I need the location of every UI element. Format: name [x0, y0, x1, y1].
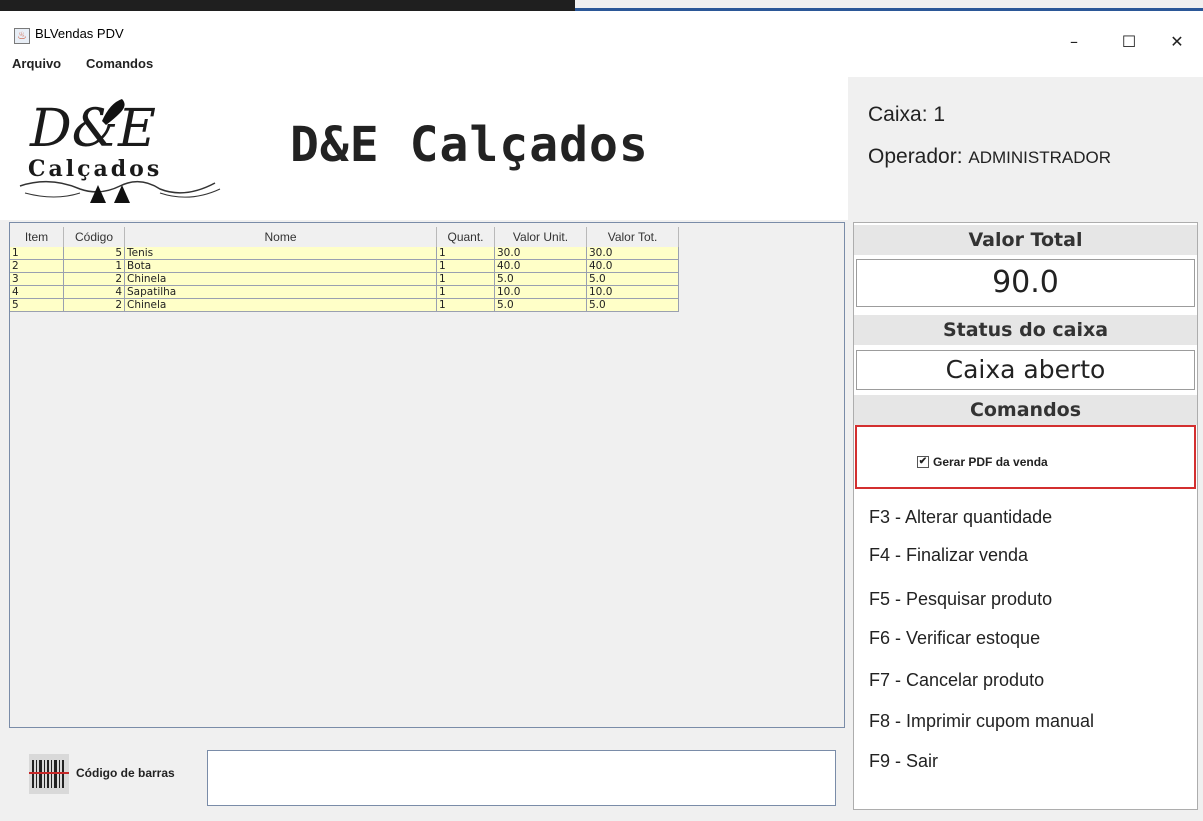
- svg-text:Calçados: Calçados: [28, 156, 162, 182]
- operador-prefix: Operador:: [868, 145, 969, 168]
- cell-quant[interactable]: 1: [437, 273, 495, 286]
- taskbar-fragment: [0, 0, 575, 11]
- command-imprimir-cupom: F8 - Imprimir cupom manual: [869, 711, 1095, 731]
- cell-nome[interactable]: Chinela: [125, 273, 437, 286]
- cell-codigo[interactable]: 4: [64, 286, 125, 299]
- java-app-icon: ♨: [14, 28, 30, 44]
- menu-bar: Arquivo Comandos: [0, 51, 1203, 77]
- menu-comandos[interactable]: Comandos: [86, 56, 153, 71]
- cell-valor-tot[interactable]: 5.0: [587, 299, 679, 312]
- cell-codigo[interactable]: 1: [64, 260, 125, 273]
- cell-codigo[interactable]: 2: [64, 299, 125, 312]
- store-header: D&E Calçados D&E Calçados: [0, 77, 848, 220]
- items-table-panel[interactable]: Item Código Nome Quant. Valor Unit. Valo…: [9, 222, 845, 728]
- barcode-input[interactable]: [207, 750, 836, 806]
- cell-quant[interactable]: 1: [437, 260, 495, 273]
- col-header-valor-unit[interactable]: Valor Unit.: [495, 227, 587, 247]
- cell-quant[interactable]: 1: [437, 247, 495, 260]
- cell-valor-unit[interactable]: 10.0: [495, 286, 587, 299]
- comandos-title: Comandos: [854, 395, 1197, 425]
- cell-valor-unit[interactable]: 5.0: [495, 299, 587, 312]
- col-header-codigo[interactable]: Código: [64, 227, 125, 247]
- right-panel: Valor Total 90.0 Status do caixa Caixa a…: [853, 222, 1198, 810]
- command-pesquisar-produto: F5 - Pesquisar produto: [869, 589, 1053, 609]
- col-header-nome[interactable]: Nome: [125, 227, 437, 247]
- svg-text:D&E: D&E: [29, 99, 156, 159]
- caixa-label: Caixa: 1: [868, 103, 946, 126]
- screen-top-strip: [0, 0, 1203, 11]
- cell-nome[interactable]: Bota: [125, 260, 437, 273]
- cell-valor-tot[interactable]: 10.0: [587, 286, 679, 299]
- cell-valor-unit[interactable]: 40.0: [495, 260, 587, 273]
- operador-name: ADMINISTRADOR: [968, 148, 1112, 167]
- table-row[interactable]: 2 1 Bota 1 40.0 40.0: [10, 260, 679, 273]
- cell-quant[interactable]: 1: [437, 299, 495, 312]
- cell-item[interactable]: 4: [10, 286, 64, 299]
- col-header-valor-tot[interactable]: Valor Tot.: [587, 227, 679, 247]
- cell-nome[interactable]: Chinela: [125, 299, 437, 312]
- col-header-item[interactable]: Item: [10, 227, 64, 247]
- menu-arquivo[interactable]: Arquivo: [12, 56, 61, 71]
- command-verificar-estoque: F6 - Verificar estoque: [869, 628, 1041, 648]
- barcode-area: Código de barras: [9, 730, 845, 810]
- barcode-icon: [29, 754, 69, 794]
- checkbox-checked-icon[interactable]: ✔: [917, 456, 929, 468]
- status-display: Caixa aberto: [856, 350, 1195, 390]
- valor-total-display: 90.0: [856, 259, 1195, 307]
- table-row[interactable]: 4 4 Sapatilha 1 10.0 10.0: [10, 286, 679, 299]
- command-cancelar-produto: F7 - Cancelar produto: [869, 670, 1045, 690]
- cell-item[interactable]: 2: [10, 260, 64, 273]
- command-sair: F9 - Sair: [869, 751, 939, 771]
- col-header-quant[interactable]: Quant.: [437, 227, 495, 247]
- valor-total-title: Valor Total: [854, 225, 1197, 255]
- table-header: Item Código Nome Quant. Valor Unit. Valo…: [10, 227, 679, 247]
- window-title: BLVendas PDV: [35, 26, 124, 41]
- cell-codigo[interactable]: 5: [64, 247, 125, 260]
- cell-item[interactable]: 5: [10, 299, 64, 312]
- cell-item[interactable]: 3: [10, 273, 64, 286]
- table-body: 1 5 Tenis 1 30.0 30.0 2 1 Bota 1 40.0 40…: [10, 247, 679, 312]
- cell-valor-tot[interactable]: 30.0: [587, 247, 679, 260]
- cell-nome[interactable]: Sapatilha: [125, 286, 437, 299]
- commands-box: ✔ Gerar PDF da venda: [855, 425, 1196, 489]
- cell-valor-unit[interactable]: 30.0: [495, 247, 587, 260]
- store-logo: D&E Calçados: [19, 99, 221, 203]
- table-row[interactable]: 1 5 Tenis 1 30.0 30.0: [10, 247, 679, 260]
- barcode-label: Código de barras: [76, 766, 175, 780]
- cell-valor-tot[interactable]: 40.0: [587, 260, 679, 273]
- cell-quant[interactable]: 1: [437, 286, 495, 299]
- gerar-pdf-checkbox[interactable]: ✔ Gerar PDF da venda: [917, 455, 1048, 469]
- table-row[interactable]: 3 2 Chinela 1 5.0 5.0: [10, 273, 679, 286]
- title-bar[interactable]: ♨ BLVendas PDV – ☐ ✕: [0, 11, 1203, 51]
- cell-codigo[interactable]: 2: [64, 273, 125, 286]
- cell-valor-tot[interactable]: 5.0: [587, 273, 679, 286]
- store-name: D&E Calçados: [290, 117, 649, 173]
- operador-label: Operador: ADMINISTRADOR: [868, 145, 1111, 169]
- session-info: Caixa: 1 Operador: ADMINISTRADOR: [848, 77, 1203, 220]
- command-alterar-quantidade: F3 - Alterar quantidade: [869, 507, 1053, 527]
- cell-nome[interactable]: Tenis: [125, 247, 437, 260]
- status-title: Status do caixa: [854, 315, 1197, 345]
- command-finalizar-venda: F4 - Finalizar venda: [869, 545, 1029, 565]
- gerar-pdf-label: Gerar PDF da venda: [933, 455, 1048, 469]
- table-row[interactable]: 5 2 Chinela 1 5.0 5.0: [10, 299, 679, 312]
- cell-item[interactable]: 1: [10, 247, 64, 260]
- cell-valor-unit[interactable]: 5.0: [495, 273, 587, 286]
